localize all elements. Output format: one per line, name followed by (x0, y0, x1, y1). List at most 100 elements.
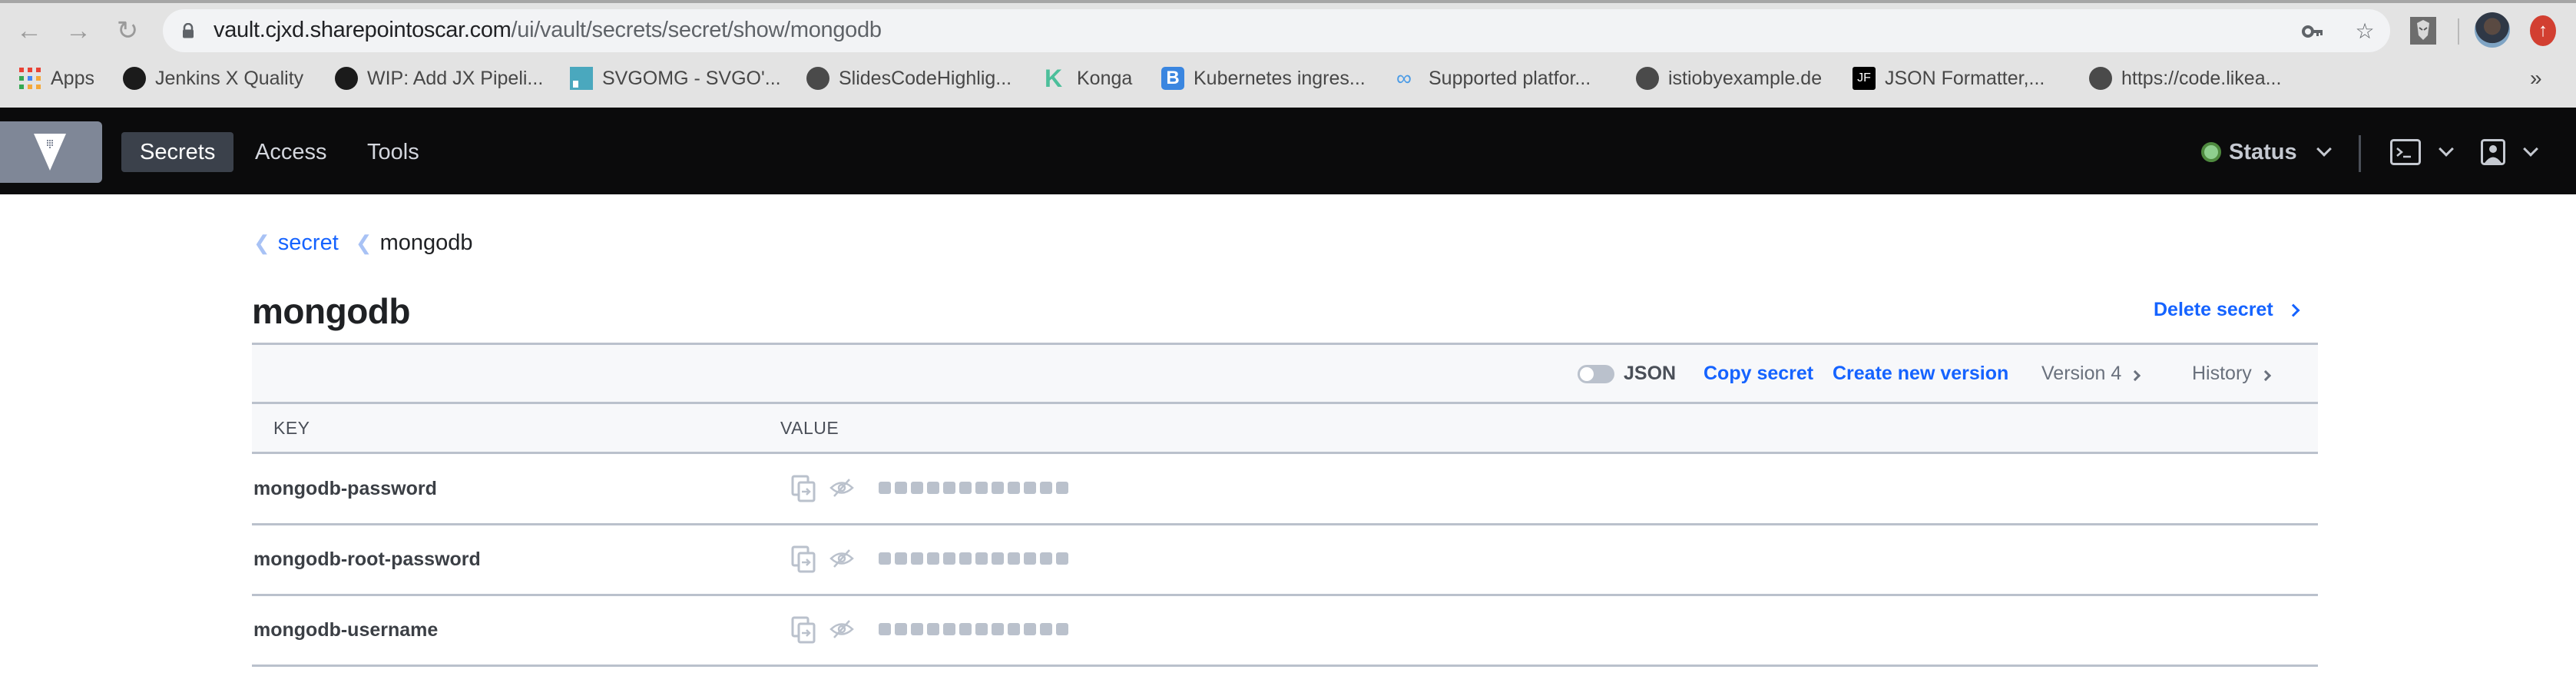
breadcrumb-link-secret[interactable]: secret (278, 230, 339, 256)
page-title: mongodb (252, 291, 411, 331)
star-icon[interactable]: ☆ (2353, 20, 2376, 43)
bookmark-jenkins-x-quality[interactable]: Jenkins X Quality (123, 61, 303, 95)
chevron-right-icon (2286, 303, 2300, 317)
chevron-left-icon: ❮ (253, 231, 270, 254)
update-icon[interactable]: ↑ (2530, 15, 2556, 46)
bookmark-label: Kubernetes ingres... (1194, 67, 1366, 89)
reload-icon[interactable]: ↻ (112, 15, 143, 46)
bookmark-slidescodehighlighter[interactable]: SlidesCodeHighlig... (806, 61, 1012, 95)
mask-dot (943, 482, 955, 494)
mask-dot (1040, 482, 1052, 494)
eye-slash-icon[interactable] (829, 619, 854, 639)
delete-secret-link[interactable]: Delete secret (2154, 299, 2300, 321)
eye-slash-icon[interactable] (829, 549, 854, 568)
breadcrumb-current: mongodb (379, 230, 473, 255)
url-text[interactable]: vault.cjxd.sharepointoscar.com/ui/vault/… (214, 18, 882, 43)
bookmark-istiobyexample[interactable]: istiobyexample.de (1636, 61, 1822, 95)
secret-toolbar: JSON Copy secret Create new version Vers… (252, 343, 2318, 404)
nav-access[interactable]: Access (237, 132, 345, 172)
chevron-down-icon (2523, 141, 2538, 157)
bookmark-supported-platforms[interactable]: ∞ Supported platfor... (1396, 61, 1591, 95)
nav-tools[interactable]: Tools (349, 132, 438, 172)
mask-dot (911, 623, 923, 635)
toolbar-divider (2458, 18, 2459, 45)
mask-dot (992, 482, 1004, 494)
tab-strip (0, 0, 2576, 3)
vault-logo-icon (34, 134, 66, 171)
bookmark-wip-add-jx-pipeline[interactable]: WIP: Add JX Pipeli... (335, 61, 543, 95)
mask-dot (1008, 552, 1020, 565)
nav-secrets[interactable]: Secrets (121, 132, 234, 172)
mask-dot (1008, 482, 1020, 494)
vault-nav-bar: Secrets Access Tools Status (0, 108, 2576, 194)
svgomg-icon (570, 67, 593, 90)
status-label: Status (2229, 139, 2297, 164)
mask-dot (975, 623, 988, 635)
address-bar[interactable]: vault.cjxd.sharepointoscar.com/ui/vault/… (163, 9, 2390, 52)
forward-icon[interactable]: → (63, 15, 94, 46)
mask-dot (959, 552, 972, 565)
eye-slash-icon[interactable] (829, 478, 854, 498)
back-icon[interactable]: ← (14, 15, 45, 46)
chevron-right-icon (2260, 370, 2271, 382)
secrets-table-header: KEY VALUE (252, 404, 2318, 454)
copy-icon[interactable] (791, 545, 817, 573)
mask-dot (992, 552, 1004, 565)
bookmark-json-formatter[interactable]: JF JSON Formatter,... (1853, 61, 2045, 95)
create-new-version-button[interactable]: Create new version (1833, 345, 2008, 402)
mask-dot (895, 552, 907, 565)
globe-icon (806, 67, 829, 90)
url-path: /ui/vault/secrets/secret/show/mongodb (511, 18, 882, 42)
bookmark-label: Jenkins X Quality (155, 67, 304, 89)
bookmark-svgomg[interactable]: SVGOMG - SVGO'... (570, 61, 781, 95)
mask-dot (879, 623, 891, 635)
column-header-key: KEY (273, 418, 310, 438)
chevron-right-icon (2130, 370, 2141, 382)
copy-secret-button[interactable]: Copy secret (1704, 345, 1813, 402)
status-menu[interactable]: Status (2201, 134, 2332, 171)
chevron-down-icon (2439, 141, 2454, 157)
bookmark-label: JSON Formatter,... (1885, 67, 2045, 89)
mask-dot (1024, 623, 1036, 635)
mask-dot (927, 623, 939, 635)
delete-secret-label: Delete secret (2154, 299, 2273, 320)
bookmark-label: SlidesCodeHighlig... (839, 67, 1012, 89)
mask-dot (895, 623, 907, 635)
globe-icon (2089, 67, 2112, 90)
history-menu[interactable]: History (2192, 345, 2271, 402)
copy-icon[interactable] (791, 616, 817, 644)
copy-icon[interactable] (791, 475, 817, 502)
version-menu[interactable]: Version 4 (2041, 345, 2141, 402)
jf-icon: JF (1853, 67, 1876, 90)
toggle-knob (1580, 367, 1594, 381)
bookmarks-overflow-button[interactable]: » (2530, 61, 2542, 95)
mask-dot (975, 482, 988, 494)
profile-avatar[interactable] (2475, 12, 2510, 48)
mask-dot (959, 482, 972, 494)
key-icon[interactable] (2301, 20, 2324, 43)
browser-chrome: ← → ↻ vault.cjxd.sharepointoscar.com/ui/… (0, 0, 2576, 108)
mask-dot (1008, 623, 1020, 635)
console-menu-button[interactable] (2390, 134, 2454, 171)
column-header-value: VALUE (780, 418, 839, 438)
user-menu-button[interactable] (2481, 134, 2538, 171)
bookmark-label: istiobyexample.de (1668, 67, 1823, 89)
terminal-icon (2390, 139, 2421, 165)
bookmark-label: SVGOMG - SVGO'... (602, 67, 781, 89)
bookmark-label: WIP: Add JX Pipeli... (367, 67, 544, 89)
extension-icon[interactable] (2410, 17, 2436, 45)
bookmark-kubernetes-ingress[interactable]: B Kubernetes ingres... (1161, 61, 1366, 95)
bookmark-apps[interactable]: Apps (18, 61, 94, 95)
table-row: mongodb-root-password (252, 525, 2318, 596)
mask-dot (1056, 552, 1068, 565)
breadcrumb: ❮ secret ❮ mongodb (253, 230, 473, 256)
bookmark-code-likeagirl[interactable]: https://code.likea... (2089, 61, 2281, 95)
mask-dot (879, 552, 891, 565)
secret-key: mongodb-username (253, 619, 439, 641)
json-toggle[interactable] (1578, 365, 1614, 383)
json-label: JSON (1624, 363, 1677, 384)
bookmark-konga[interactable]: K Konga (1045, 61, 1132, 95)
mask-dot (943, 552, 955, 565)
vault-logo[interactable] (0, 121, 102, 183)
nav-divider (2359, 135, 2361, 172)
